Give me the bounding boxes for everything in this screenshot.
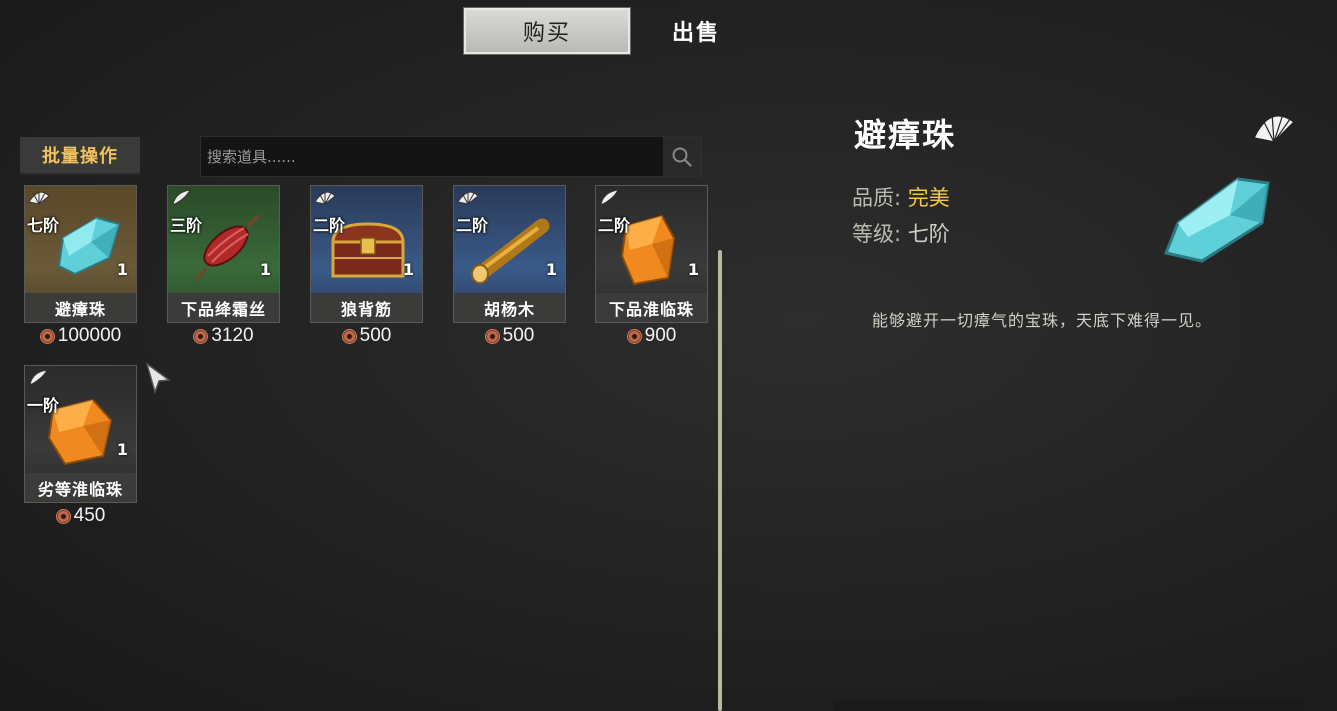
item-tile: 二阶 1 狼背筋 [310,185,423,323]
feather-icon [600,189,619,205]
detail-quality-value: 完美 [907,186,950,210]
item-card[interactable]: 一阶 1 劣等淮临珠 450 [24,365,137,527]
feather-icon [172,189,191,205]
item-name: 避瘴珠 [25,293,136,322]
detail-title: 避瘴珠 [854,116,957,154]
item-tier: 一阶 [27,396,60,415]
item-card[interactable]: 二阶 1 胡杨木 500 [453,185,566,347]
search-bar [200,136,702,177]
item-tile: 一阶 1 劣等淮临珠 [24,365,137,503]
item-price: 900 [595,325,708,347]
detail-quality-label: 品质: [852,186,902,210]
detail-level-value: 七阶 [907,222,950,246]
search-button[interactable] [663,137,701,176]
gem-icon [1163,177,1270,263]
coin-icon [626,328,642,344]
tab-buy[interactable]: 购买 [463,7,631,55]
item-card[interactable]: 二阶 1 狼背筋 500 [310,185,423,347]
item-tile: 二阶 1 胡杨木 [453,185,566,323]
item-tile: 二阶 1 下品淮临珠 [595,185,708,323]
item-price-value: 450 [73,505,106,526]
search-input[interactable] [201,136,663,177]
coin-icon [39,328,55,344]
item-quantity: 1 [402,260,414,279]
batch-operation-button[interactable]: 批量操作 [20,137,140,175]
item-tier: 二阶 [598,216,631,235]
item-quantity: 1 [545,260,557,279]
item-card[interactable]: 三阶 1 下品绛霜丝 3120 [167,185,280,347]
mouse-cursor-icon [145,362,172,394]
detail-description: 能够避开一切瘴气的宝珠，天底下难得一见。 [872,311,1213,330]
item-tier: 二阶 [313,216,346,235]
item-tile: 七阶 1 避瘴珠 [24,185,137,323]
item-card[interactable]: 七阶 1 避瘴珠 100000 [24,185,137,347]
fan-icon [314,191,336,205]
coin-icon [341,328,357,344]
scrollbar[interactable] [718,250,722,711]
item-name: 狼背筋 [311,293,422,322]
item-price-value: 500 [359,325,392,346]
item-price-value: 500 [502,325,535,346]
item-card[interactable]: 二阶 1 下品淮临珠 900 [595,185,708,347]
item-tier: 三阶 [170,216,203,235]
item-tier: 二阶 [456,216,489,235]
search-icon [672,147,692,167]
tab-bar: 购买 出售 [463,7,720,55]
item-quantity: 1 [116,440,128,459]
detail-level: 等级: 七阶 [852,218,950,248]
item-price-value: 900 [644,325,677,346]
item-price-value: 3120 [211,325,254,346]
fan-icon [1252,112,1296,143]
item-name: 劣等淮临珠 [25,473,136,502]
fan-icon [457,191,479,205]
item-name: 胡杨木 [454,293,565,322]
item-price: 450 [24,505,137,527]
item-quantity: 1 [687,260,699,279]
fan-icon [28,191,50,205]
item-quantity: 1 [116,260,128,279]
tab-sell[interactable]: 出售 [672,15,720,47]
item-quantity: 1 [259,260,271,279]
coin-icon [484,328,500,344]
coin-icon [193,328,209,344]
detail-level-label: 等级: [852,222,902,246]
item-name: 下品淮临珠 [596,293,707,322]
item-name: 下品绛霜丝 [168,293,279,322]
item-price: 500 [310,325,423,347]
feather-icon [29,369,48,385]
item-tier: 七阶 [27,216,60,235]
item-tile: 三阶 1 下品绛霜丝 [167,185,280,323]
item-price: 3120 [167,325,280,347]
item-price: 500 [453,325,566,347]
item-price: 100000 [24,325,137,347]
bottom-bar [833,700,1303,711]
coin-icon [55,508,71,524]
detail-quality: 品质: 完美 [852,182,950,212]
item-price-value: 100000 [57,325,122,346]
